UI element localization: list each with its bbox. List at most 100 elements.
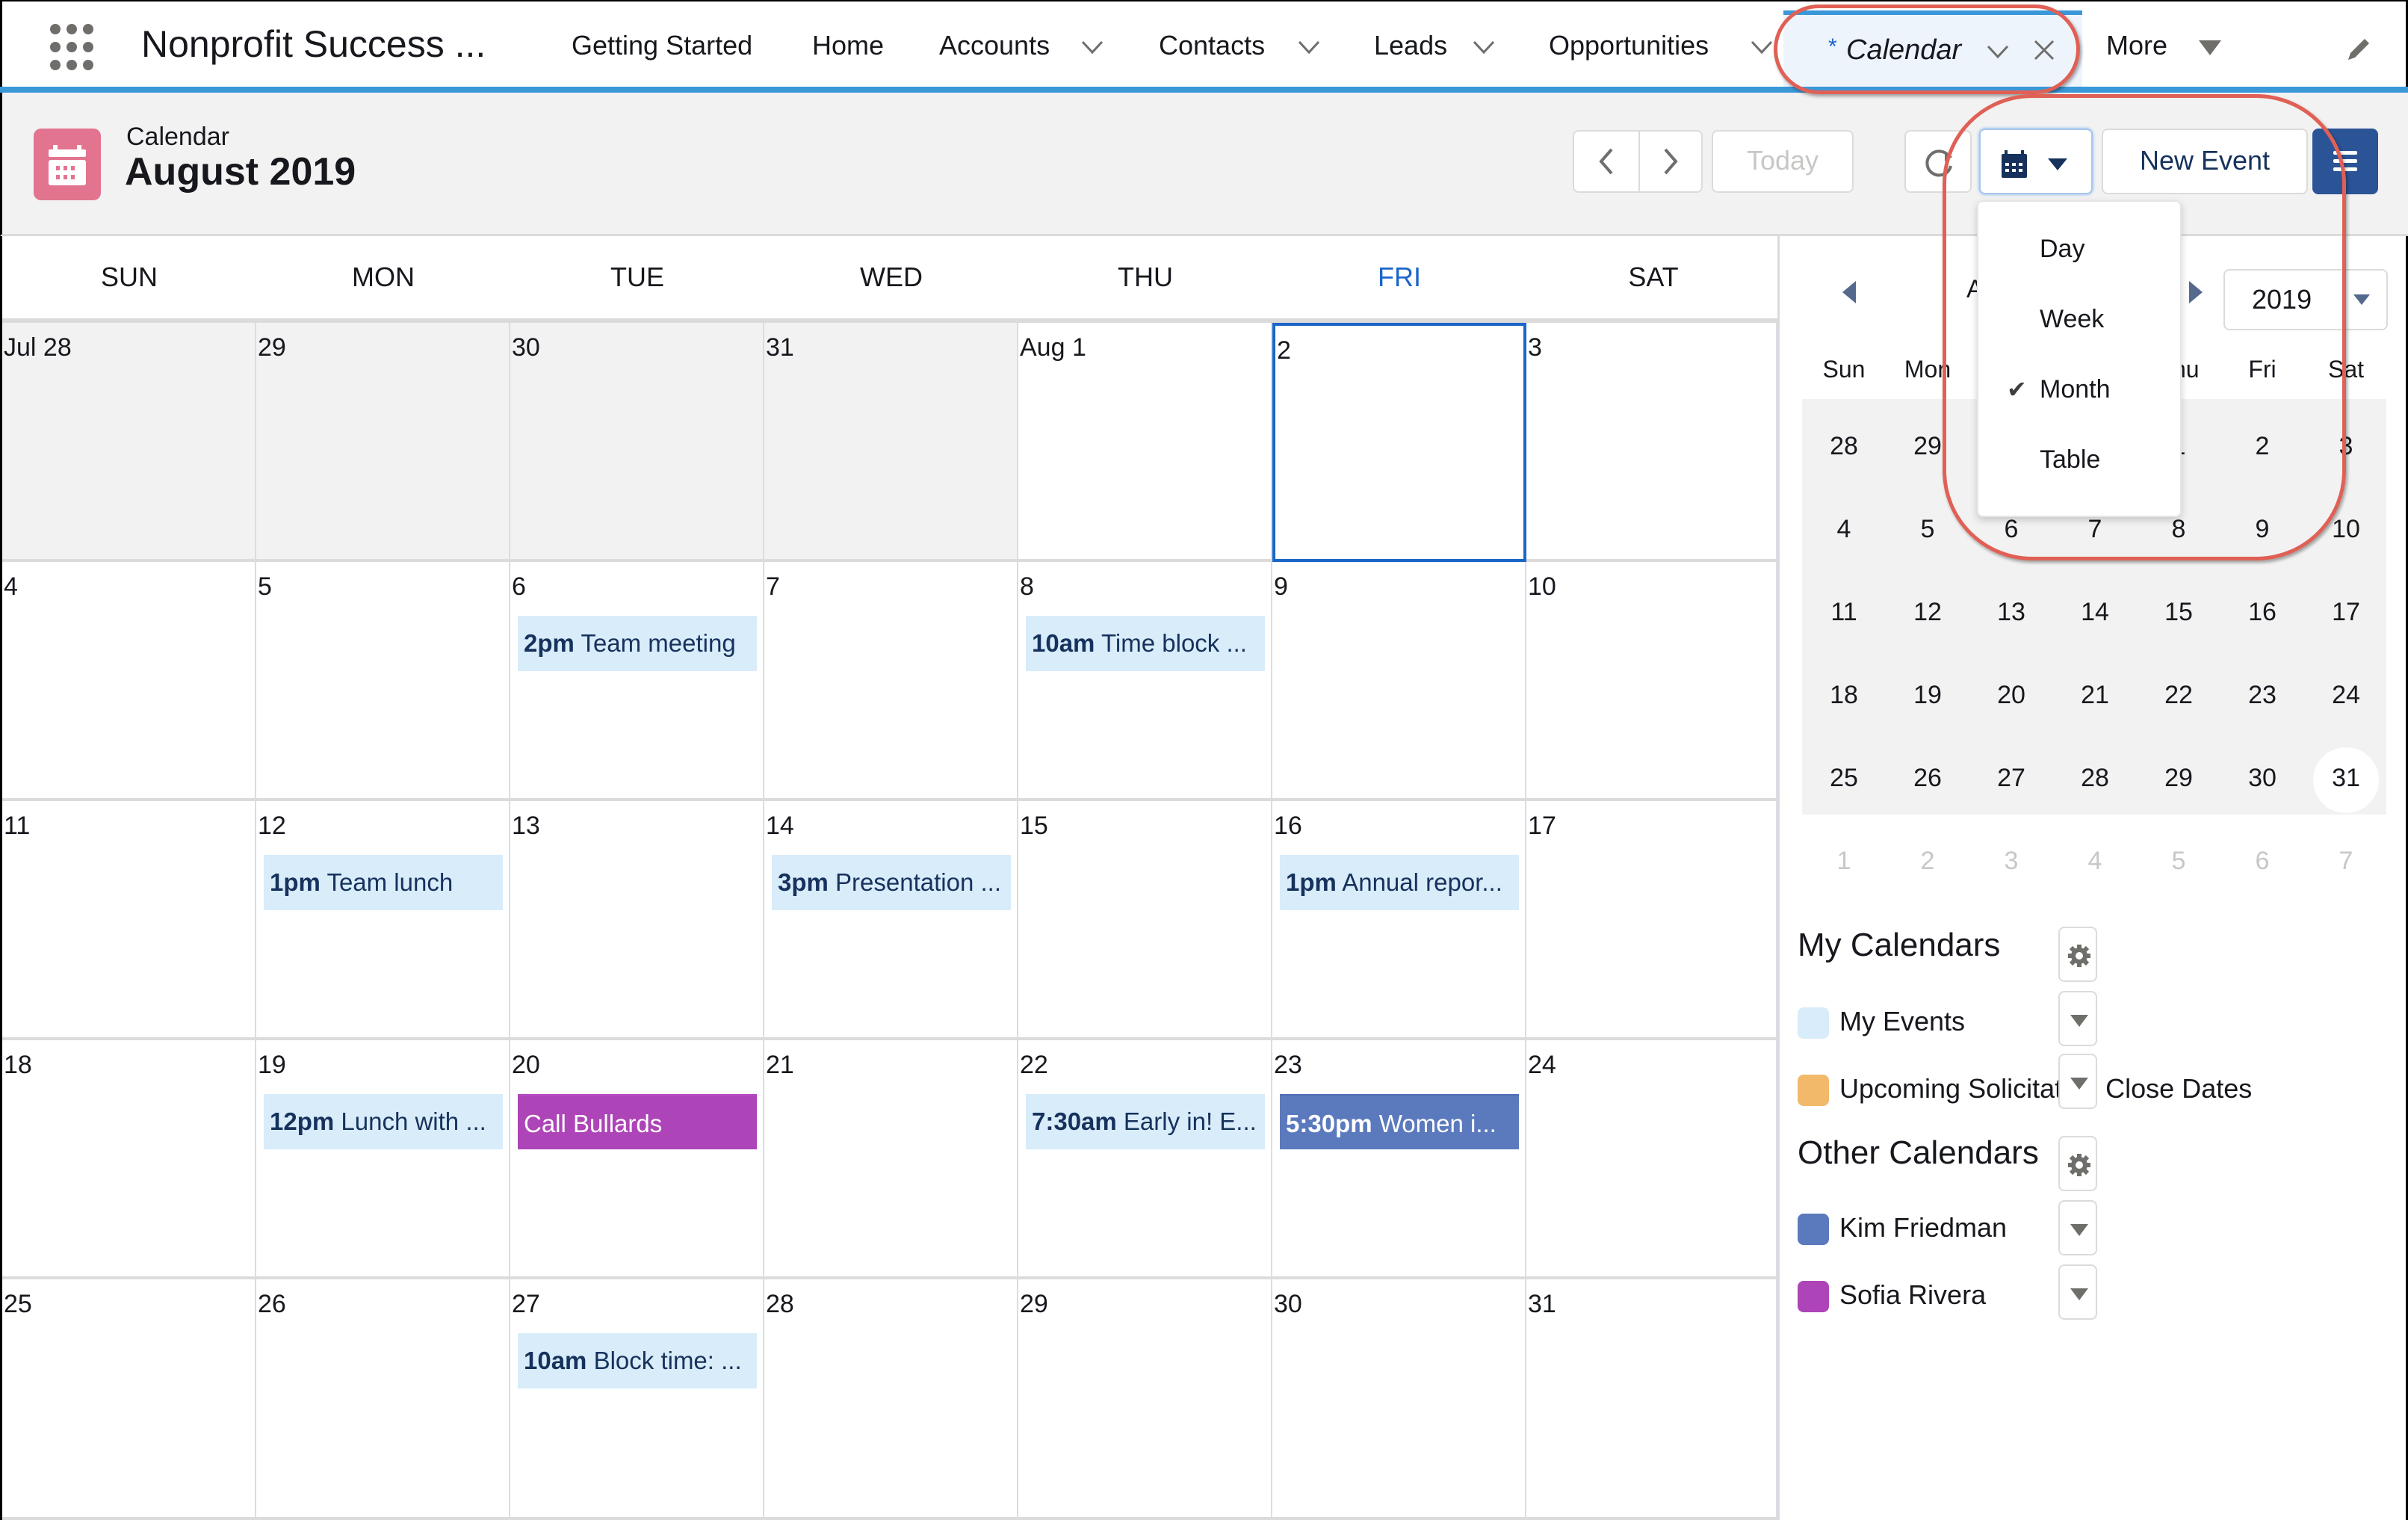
mini-day[interactable]: 4: [1802, 515, 1886, 544]
other-calendars-settings-button[interactable]: [2058, 1136, 2097, 1191]
opportunities-chevron-down-icon[interactable]: [1749, 36, 1774, 58]
day-cell[interactable]: 24: [1526, 1040, 1777, 1279]
mini-day[interactable]: 5: [2137, 847, 2220, 876]
my-calendars-settings-button[interactable]: [2058, 927, 2097, 982]
calendar-event[interactable]: Call Bullards: [518, 1094, 757, 1149]
mini-day[interactable]: 6: [2220, 847, 2304, 876]
day-cell[interactable]: 26: [256, 1279, 510, 1520]
nav-item-accounts[interactable]: Accounts: [939, 30, 1050, 61]
day-cell[interactable]: Aug 1: [1018, 323, 1272, 562]
nav-item-getting-started[interactable]: Getting Started: [572, 30, 752, 61]
mini-day[interactable]: 23: [2220, 681, 2304, 710]
day-cell[interactable]: 6 2pm Team meeting: [510, 562, 764, 801]
day-cell[interactable]: 17: [1526, 801, 1777, 1040]
day-cell[interactable]: 3: [1526, 323, 1777, 562]
day-cell[interactable]: 5: [256, 562, 510, 801]
mini-day[interactable]: 19: [1886, 681, 1969, 710]
day-cell[interactable]: 25: [2, 1279, 256, 1520]
day-cell[interactable]: 31: [1526, 1279, 1777, 1520]
day-cell[interactable]: Jul 28: [2, 323, 256, 562]
day-cell[interactable]: 27 10am Block time: ...: [510, 1279, 764, 1520]
nav-item-leads[interactable]: Leads: [1374, 30, 1447, 61]
previous-month-button[interactable]: [1574, 132, 1638, 191]
nav-more[interactable]: More: [2106, 30, 2167, 61]
calendar-event[interactable]: 3pm Presentation ...: [772, 855, 1011, 910]
calendar-event[interactable]: 7:30am Early in! E...: [1026, 1094, 1265, 1149]
calendar-item-my-events[interactable]: My Events: [1798, 1006, 1965, 1039]
day-cell[interactable]: 12 1pm Team lunch: [256, 801, 510, 1040]
calendar-event[interactable]: 1pm Team lunch: [264, 855, 503, 910]
more-caret-down-icon[interactable]: [2199, 40, 2221, 55]
edit-pencil-icon[interactable]: [2344, 34, 2374, 64]
app-launcher-icon[interactable]: [50, 24, 98, 72]
kim-friedman-options-button[interactable]: [2058, 1200, 2097, 1255]
day-cell[interactable]: 22 7:30am Early in! E...: [1018, 1040, 1272, 1279]
mini-day[interactable]: 25: [1802, 764, 1886, 793]
day-cell[interactable]: 16 1pm Annual repor...: [1272, 801, 1526, 1040]
mini-day[interactable]: 12: [1886, 598, 1969, 627]
day-cell[interactable]: 14 3pm Presentation ...: [764, 801, 1018, 1040]
mini-day[interactable]: 27: [1969, 764, 2053, 793]
calendar-event[interactable]: 10am Block time: ...: [518, 1333, 757, 1388]
day-cell[interactable]: 28: [764, 1279, 1018, 1520]
mini-day[interactable]: 4: [2053, 847, 2137, 876]
day-cell[interactable]: 29: [1018, 1279, 1272, 1520]
mini-day[interactable]: 22: [2137, 681, 2220, 710]
mini-day[interactable]: 24: [2304, 681, 2388, 710]
calendar-item-kim-friedman[interactable]: Kim Friedman: [1798, 1212, 2007, 1246]
mini-day[interactable]: 28: [1802, 432, 1886, 461]
calendar-event[interactable]: 1pm Annual repor...: [1280, 855, 1519, 910]
mini-day[interactable]: 18: [1802, 681, 1886, 710]
calendar-item-solicitation-close-dates[interactable]: Upcoming Solicitation Close Dates: [1798, 1073, 2252, 1107]
mini-day[interactable]: 26: [1886, 764, 1969, 793]
day-cell[interactable]: 4: [2, 562, 256, 801]
mini-day[interactable]: 11: [1802, 598, 1886, 627]
calendar-event[interactable]: 2pm Team meeting: [518, 616, 757, 671]
day-cell[interactable]: 15: [1018, 801, 1272, 1040]
mini-day[interactable]: 3: [1969, 847, 2053, 876]
calendar-event[interactable]: 10am Time block ...: [1026, 616, 1265, 671]
day-cell[interactable]: 31: [764, 323, 1018, 562]
mini-day[interactable]: 21: [2053, 681, 2137, 710]
calendar-event[interactable]: 12pm Lunch with ...: [264, 1094, 503, 1149]
mini-prev-month-icon[interactable]: [1842, 281, 1856, 303]
mini-day[interactable]: 29: [2137, 764, 2220, 793]
day-cell[interactable]: 23 5:30pm Women i...: [1272, 1040, 1526, 1279]
mini-day[interactable]: 7: [2304, 847, 2388, 876]
day-cell[interactable]: 18: [2, 1040, 256, 1279]
day-cell[interactable]: 9: [1272, 562, 1526, 801]
day-cell[interactable]: 8 10am Time block ...: [1018, 562, 1272, 801]
accounts-chevron-down-icon[interactable]: [1080, 36, 1105, 58]
nav-item-home[interactable]: Home: [812, 30, 884, 61]
mini-day[interactable]: 28: [2053, 764, 2137, 793]
mini-day[interactable]: 2: [1886, 847, 1969, 876]
mini-day[interactable]: 17: [2304, 598, 2388, 627]
mini-day[interactable]: 31: [2304, 764, 2388, 793]
mini-day[interactable]: 15: [2137, 598, 2220, 627]
today-button[interactable]: Today: [1712, 130, 1854, 193]
mini-day[interactable]: 14: [2053, 598, 2137, 627]
day-cell[interactable]: 21: [764, 1040, 1018, 1279]
day-cell[interactable]: 2: [1272, 323, 1526, 562]
day-cell[interactable]: 29: [256, 323, 510, 562]
day-cell[interactable]: 10: [1526, 562, 1777, 801]
mini-day[interactable]: 20: [1969, 681, 2053, 710]
calendar-event[interactable]: 5:30pm Women i...: [1280, 1094, 1519, 1149]
mini-day[interactable]: 16: [2220, 598, 2304, 627]
nav-item-opportunities[interactable]: Opportunities: [1549, 30, 1709, 61]
day-cell[interactable]: 11: [2, 801, 256, 1040]
calendar-item-sofia-rivera[interactable]: Sofia Rivera: [1798, 1279, 1986, 1313]
solicitation-options-button[interactable]: [2058, 1054, 2097, 1109]
mini-day[interactable]: 13: [1969, 598, 2053, 627]
day-cell[interactable]: 19 12pm Lunch with ...: [256, 1040, 510, 1279]
day-cell[interactable]: 30: [1272, 1279, 1526, 1520]
day-cell[interactable]: 13: [510, 801, 764, 1040]
sofia-rivera-options-button[interactable]: [2058, 1264, 2097, 1320]
mini-day[interactable]: 30: [2220, 764, 2304, 793]
day-cell[interactable]: 30: [510, 323, 764, 562]
nav-item-contacts[interactable]: Contacts: [1159, 30, 1265, 61]
contacts-chevron-down-icon[interactable]: [1296, 36, 1322, 58]
day-cell[interactable]: 20 Call Bullards: [510, 1040, 764, 1279]
next-month-button[interactable]: [1640, 132, 1703, 191]
leads-chevron-down-icon[interactable]: [1471, 36, 1497, 58]
